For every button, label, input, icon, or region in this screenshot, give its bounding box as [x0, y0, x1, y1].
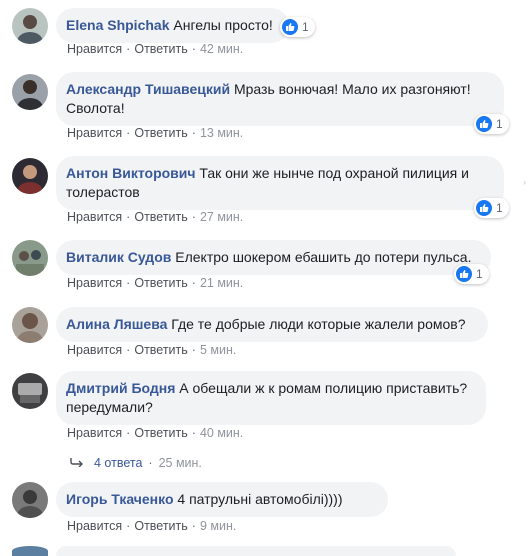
comment-bubble: Дмитрий Бодня А обещали ж к ромам полици…	[56, 371, 486, 425]
comment-time[interactable]: 42 мин.	[200, 42, 243, 56]
separator: ·	[148, 456, 153, 470]
like-icon	[282, 19, 298, 35]
reply-link[interactable]: Ответить	[134, 210, 187, 224]
reply-link[interactable]: Ответить	[134, 276, 187, 290]
comment-author[interactable]: Александр Тишавецкий	[66, 81, 230, 97]
avatar[interactable]	[12, 8, 48, 44]
comment-text: Где те добрые люди которые жалели ромов?	[171, 316, 466, 332]
comment-actions: Нравится · Ответить · 13 мин.	[67, 126, 243, 140]
replies-time: 25 мин.	[158, 456, 202, 470]
comment-author[interactable]: Elena Shpichak	[66, 17, 169, 33]
comment-bubble: Игорь Ткаченко 4 патрульні автомобілі)))…	[56, 482, 388, 517]
comment-text: 4 патрульні автомобілі))))	[177, 491, 343, 507]
avatar[interactable]	[12, 240, 48, 276]
comment-actions: Нравится · Ответить · 40 мин.	[67, 426, 243, 440]
like-link[interactable]: Нравится	[67, 42, 122, 56]
separator: ·	[126, 426, 131, 440]
reaction-count[interactable]: 1	[454, 264, 489, 284]
like-icon	[476, 116, 492, 132]
comment-author[interactable]: Игорь Ткаченко	[66, 491, 174, 507]
view-replies-link[interactable]: 4 ответа · 25 мин.	[70, 456, 202, 470]
separator: ·	[126, 276, 131, 290]
comment-partial	[12, 546, 48, 556]
comment-actions: Нравится · Ответить · 9 мин.	[67, 519, 236, 533]
comment-actions: Нравится · Ответить · 21 мин.	[67, 276, 243, 290]
separator: ·	[126, 343, 131, 357]
avatar[interactable]	[12, 373, 48, 409]
separator: ·	[191, 42, 196, 56]
reply-link[interactable]: Ответить	[134, 519, 187, 533]
like-icon	[456, 266, 472, 282]
comment-text: Ангелы просто!	[173, 17, 273, 33]
avatar[interactable]	[12, 74, 48, 110]
reaction-number: 1	[496, 201, 503, 215]
reply-link[interactable]: Ответить	[134, 126, 187, 140]
like-link[interactable]: Нравится	[67, 126, 122, 140]
comment-bubble: Виталик Судов Електро шокером ебашить до…	[56, 240, 491, 275]
comment-time[interactable]: 27 мин.	[200, 210, 243, 224]
like-link[interactable]: Нравится	[67, 519, 122, 533]
comment-time[interactable]: 9 мин.	[200, 519, 236, 533]
comment-author[interactable]: Антон Викторович	[66, 165, 196, 181]
avatar[interactable]	[12, 307, 48, 343]
separator: ·	[191, 426, 196, 440]
separator: ·	[126, 126, 131, 140]
comment-author[interactable]: Виталик Судов	[66, 249, 171, 265]
comment-text: Електро шокером ебашить до потери пульса…	[175, 249, 472, 265]
comment-bubble-partial	[56, 546, 456, 556]
like-link[interactable]: Нравится	[67, 426, 122, 440]
avatar[interactable]	[12, 158, 48, 194]
reaction-count[interactable]: 1	[474, 114, 509, 134]
like-link[interactable]: Нравится	[67, 343, 122, 357]
like-icon	[476, 200, 492, 216]
reaction-number: 1	[476, 267, 483, 281]
comment-author[interactable]: Алина Ляшева	[66, 316, 167, 332]
expand-icon[interactable]: ›	[523, 178, 526, 187]
comment-bubble: Александр Тишавецкий Мразь вонючая! Мало…	[56, 72, 504, 126]
comment-time[interactable]: 5 мин.	[200, 343, 236, 357]
reply-arrow-icon	[70, 456, 84, 470]
reply-link[interactable]: Ответить	[134, 42, 187, 56]
comment-time[interactable]: 13 мин.	[200, 126, 243, 140]
separator: ·	[191, 519, 196, 533]
reaction-number: 1	[302, 20, 309, 34]
comment-author[interactable]: Дмитрий Бодня	[66, 380, 175, 396]
comment-time[interactable]: 21 мин.	[200, 276, 243, 290]
comment-actions: Нравится · Ответить · 5 мин.	[67, 343, 236, 357]
reaction-count[interactable]: 1	[280, 17, 315, 37]
reply-link[interactable]: Ответить	[134, 343, 187, 357]
comment-actions: Нравится · Ответить · 42 мин.	[67, 42, 243, 56]
separator: ·	[191, 276, 196, 290]
comment-bubble: Elena Shpichak Ангелы просто!	[56, 8, 289, 43]
comment-time[interactable]: 40 мин.	[200, 426, 243, 440]
comment-bubble: Антон Викторович Так они же нынче под ох…	[56, 156, 504, 210]
separator: ·	[191, 126, 196, 140]
comment-bubble: Алина Ляшева Где те добрые люди которые …	[56, 307, 488, 342]
separator: ·	[191, 210, 196, 224]
avatar[interactable]	[12, 482, 48, 518]
separator: ·	[126, 210, 131, 224]
like-link[interactable]: Нравится	[67, 210, 122, 224]
comment-actions: Нравится · Ответить · 27 мин.	[67, 210, 243, 224]
like-link[interactable]: Нравится	[67, 276, 122, 290]
reaction-count[interactable]: 1	[474, 198, 509, 218]
replies-count[interactable]: 4 ответа	[94, 456, 142, 470]
separator: ·	[126, 42, 131, 56]
separator: ·	[191, 343, 196, 357]
reply-link[interactable]: Ответить	[134, 426, 187, 440]
separator: ·	[126, 519, 131, 533]
reaction-number: 1	[496, 117, 503, 131]
